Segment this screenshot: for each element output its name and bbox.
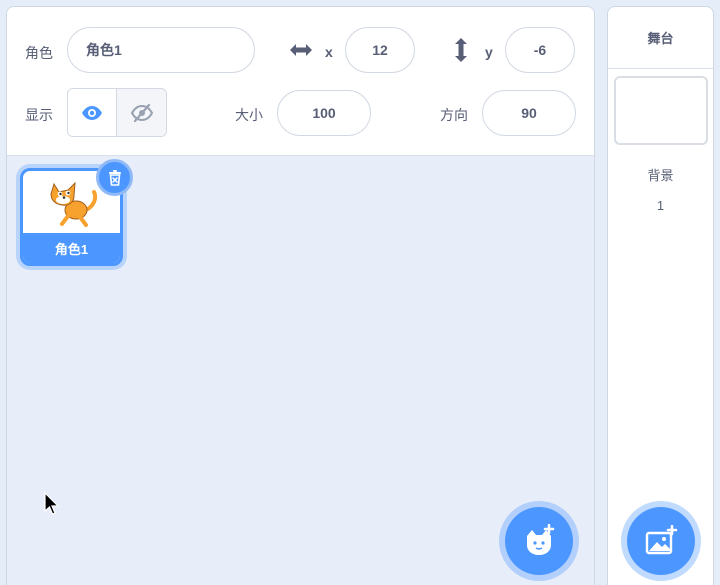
mouse-cursor-icon xyxy=(44,492,60,515)
show-button[interactable] xyxy=(68,89,118,136)
eye-icon xyxy=(82,105,102,120)
visibility-toggle xyxy=(67,88,167,137)
size-label: 大小 xyxy=(235,107,263,123)
stage-pane: 舞台 背景 1 xyxy=(607,6,714,585)
backdrop-count: 1 xyxy=(656,198,665,213)
sprite-info-panel: 角色 角色1 x 12 y -6 显示 大小 100 方向 90 xyxy=(7,7,594,156)
add-backdrop-button[interactable] xyxy=(627,507,695,575)
sprite-name-input[interactable]: 角色1 xyxy=(67,27,255,73)
hide-button[interactable] xyxy=(117,89,166,136)
size-input[interactable]: 100 xyxy=(277,90,371,136)
show-label: 显示 xyxy=(25,107,53,123)
delete-sprite-button[interactable] xyxy=(96,159,133,196)
backdrop-label: 背景 xyxy=(647,168,674,183)
stage-thumbnail[interactable] xyxy=(614,76,708,145)
sprite-card-label: 角色1 xyxy=(23,233,120,263)
x-input[interactable]: 12 xyxy=(345,27,415,73)
sprite-pane: 角色 角色1 x 12 y -6 显示 大小 100 方向 90 角色1 xyxy=(6,6,595,585)
direction-input[interactable]: 90 xyxy=(482,90,576,136)
x-label: x xyxy=(325,44,333,60)
add-sprite-button[interactable] xyxy=(505,507,573,575)
direction-label: 方向 xyxy=(440,107,468,123)
y-input[interactable]: -6 xyxy=(505,27,575,73)
sprite-name-label: 角色 xyxy=(25,45,53,61)
vertical-arrow-icon xyxy=(455,38,467,62)
image-plus-icon xyxy=(645,525,678,555)
horizontal-arrow-icon xyxy=(290,44,312,56)
cat-sprite-icon xyxy=(49,181,97,227)
y-label: y xyxy=(485,44,493,60)
cat-plus-icon xyxy=(527,524,555,555)
eye-slash-icon xyxy=(130,103,153,122)
trash-icon xyxy=(108,170,121,186)
stage-header[interactable]: 舞台 xyxy=(608,7,713,69)
